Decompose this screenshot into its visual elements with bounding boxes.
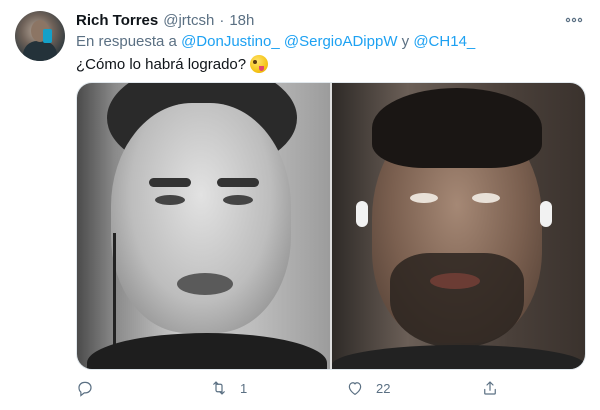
- tweet-text: ¿Cómo lo habrá logrado?: [76, 55, 269, 73]
- media-photo-right[interactable]: [332, 83, 585, 369]
- media-photo-left[interactable]: [77, 83, 330, 369]
- photo-right-eye: [410, 193, 438, 203]
- zany-face-emoji-icon: [250, 55, 269, 73]
- more-options-icon[interactable]: [562, 10, 586, 30]
- more-dots-icon: [565, 17, 583, 23]
- header-separator: ·: [219, 12, 225, 29]
- avatar-phone: [43, 29, 52, 43]
- photo-left-eye: [223, 195, 253, 205]
- share-icon: [484, 381, 496, 395]
- tweet-header: Rich Torres @jrtcsh · 18h: [76, 12, 254, 32]
- photo-left-head: [111, 103, 291, 333]
- reply-prefix: En respuesta a: [76, 33, 177, 50]
- tweet-time[interactable]: 18h: [229, 12, 254, 29]
- author-name[interactable]: Rich Torres: [76, 12, 158, 29]
- photo-left-mouth: [177, 273, 233, 295]
- media-grid[interactable]: [76, 82, 586, 370]
- photo-right-earbud: [356, 201, 368, 227]
- photo-left-shirt: [87, 333, 327, 369]
- mention-ch14[interactable]: @CH14_: [413, 33, 475, 50]
- like-button[interactable]: 22: [346, 376, 390, 400]
- reply-conjunction: y: [401, 33, 410, 50]
- reply-icon: [78, 381, 92, 397]
- mention-sergioadippw[interactable]: @SergioADippW: [284, 33, 398, 50]
- tweet[interactable]: Rich Torres @jrtcsh · 18h En respuesta a…: [0, 0, 600, 410]
- reply-context: En respuesta a @DonJustino_ @SergioADipp…: [76, 33, 475, 50]
- like-count: 22: [376, 380, 391, 396]
- retweet-button[interactable]: 1: [210, 376, 247, 400]
- heart-icon: [348, 382, 362, 395]
- photo-right-earbud: [540, 201, 552, 227]
- action-bar: 1 22: [76, 376, 496, 400]
- photo-left-eye: [155, 195, 185, 205]
- avatar[interactable]: [15, 11, 65, 61]
- avatar-body: [23, 41, 57, 61]
- photo-right-eye: [472, 193, 500, 203]
- mention-donjustino[interactable]: @DonJustino_: [181, 33, 280, 50]
- photo-right-mouth: [430, 273, 480, 289]
- photo-left-brow: [217, 178, 259, 187]
- author-handle[interactable]: @jrtcsh: [163, 12, 214, 29]
- share-button[interactable]: [481, 376, 511, 400]
- tweet-text-content: ¿Cómo lo habrá logrado?: [76, 56, 247, 73]
- retweet-icon: [213, 381, 225, 395]
- reply-button[interactable]: [76, 376, 106, 400]
- photo-right-beard: [390, 253, 524, 348]
- retweet-count: 1: [240, 380, 248, 396]
- photo-right-hair: [372, 88, 542, 168]
- photo-left-brow: [149, 178, 191, 187]
- photo-right-shirt: [332, 345, 585, 369]
